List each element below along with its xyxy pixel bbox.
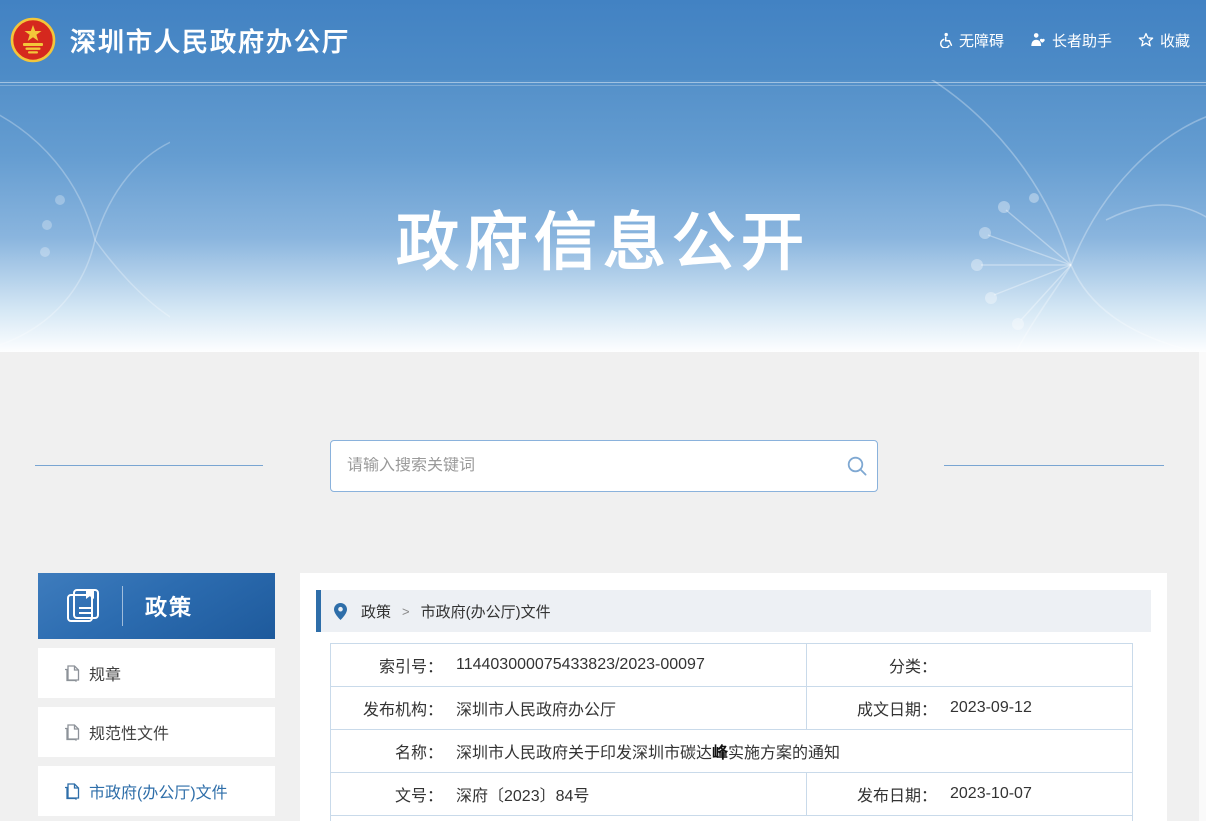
name-highlight: 峰 [712, 745, 728, 762]
sidebar-item-label: 规范性文件 [89, 720, 169, 744]
table-row [330, 816, 1133, 821]
field-value: 114403000075433823/2023-00097 [456, 656, 705, 674]
national-emblem-icon [10, 17, 56, 63]
issue-date-cell: 成文日期： 2023-09-12 [806, 687, 1132, 729]
field-value: 深圳市人民政府办公厅 [456, 696, 616, 720]
accent-bar [316, 590, 321, 632]
sidebar-item-regulations[interactable]: 规章 [38, 648, 275, 698]
favorite-label: 收藏 [1160, 30, 1190, 51]
search-button[interactable] [837, 442, 877, 490]
sidebar-item-normative-documents[interactable]: 规范性文件 [38, 707, 275, 757]
sidebar-item-label: 市政府(办公厅)文件 [89, 779, 228, 803]
field-label: 索引号： [331, 653, 443, 677]
elderly-assist-icon [1030, 32, 1046, 48]
banner: 政府信息公开 [0, 80, 1206, 352]
accessibility-link[interactable]: 无障碍 [937, 30, 1004, 51]
accessibility-icon [937, 32, 953, 48]
accessibility-label: 无障碍 [959, 30, 1004, 51]
document-info-table: 索引号： 114403000075433823/2023-00097 分类： 发… [330, 643, 1133, 821]
document-icon [64, 783, 80, 800]
field-label: 文号： [331, 782, 443, 806]
table-row: 文号： 深府〔2023〕84号 发布日期： 2023-10-07 [330, 773, 1133, 816]
elderly-assist-label: 长者助手 [1052, 30, 1112, 51]
document-icon [64, 724, 80, 741]
decorative-line [35, 465, 263, 466]
field-value: 深圳市人民政府关于印发深圳市碳达峰实施方案的通知 [456, 739, 840, 763]
document-name-cell: 名称： 深圳市人民政府关于印发深圳市碳达峰实施方案的通知 [331, 730, 1132, 772]
document-icon [64, 665, 80, 682]
sidebar: 政策 规章 规范性文件 [38, 573, 275, 816]
table-row: 名称： 深圳市人民政府关于印发深圳市碳达峰实施方案的通知 [330, 730, 1133, 773]
top-links: 无障碍 长者助手 收藏 [937, 0, 1190, 80]
content-panel: 政策 > 市政府(办公厅)文件 索引号： 114403000075433823/… [300, 573, 1167, 821]
issuing-agency-cell: 发布机构： 深圳市人民政府办公厅 [331, 687, 806, 729]
table-row: 发布机构： 深圳市人民政府办公厅 成文日期： 2023-09-12 [330, 687, 1133, 730]
location-pin-icon [334, 603, 347, 620]
field-value: 2023-10-07 [950, 785, 1032, 803]
document-number-cell: 文号： 深府〔2023〕84号 [331, 773, 806, 815]
table-row: 索引号： 114403000075433823/2023-00097 分类： [330, 643, 1133, 687]
field-label: 发布日期： [807, 782, 937, 806]
name-text: 实施方案的通知 [728, 745, 840, 762]
page-gutter [1199, 352, 1206, 821]
site-brand[interactable]: 深圳市人民政府办公厅 [10, 0, 350, 80]
search-icon [846, 455, 868, 477]
sidebar-header: 政策 [38, 573, 275, 639]
name-text: 深圳市人民政府关于印发深圳市碳达 [456, 745, 712, 762]
page-title: 政府信息公开 [0, 192, 1206, 283]
publish-date-cell: 发布日期： 2023-10-07 [806, 773, 1132, 815]
search-input[interactable] [331, 457, 837, 475]
breadcrumb: 政策 > 市政府(办公厅)文件 [316, 590, 1151, 632]
star-icon [1138, 32, 1154, 48]
page: 深圳市人民政府办公厅 无障碍 长者助手 [0, 0, 1206, 821]
policy-book-icon [64, 587, 102, 625]
breadcrumb-separator: > [402, 604, 410, 619]
field-label: 成文日期： [807, 696, 937, 720]
favorite-link[interactable]: 收藏 [1138, 30, 1190, 51]
search-box [330, 440, 878, 492]
top-bar: 深圳市人民政府办公厅 无障碍 长者助手 [0, 0, 1206, 80]
field-label: 名称： [331, 739, 443, 763]
sidebar-item-label: 规章 [89, 661, 121, 685]
field-value: 2023-09-12 [950, 699, 1032, 717]
index-number-cell: 索引号： 114403000075433823/2023-00097 [331, 644, 806, 686]
breadcrumb-current: 市政府(办公厅)文件 [421, 601, 551, 622]
field-value: 深府〔2023〕84号 [456, 782, 589, 806]
field-label: 分类： [807, 653, 937, 677]
content-section: 政策 规章 规范性文件 [0, 352, 1206, 821]
site-title: 深圳市人民政府办公厅 [70, 22, 350, 59]
field-label: 发布机构： [331, 696, 443, 720]
category-cell: 分类： [806, 644, 1132, 686]
decorative-line [944, 465, 1164, 466]
sidebar-header-label: 政策 [145, 590, 193, 622]
breadcrumb-root[interactable]: 政策 [361, 601, 391, 622]
sidebar-item-municipal-documents[interactable]: 市政府(办公厅)文件 [38, 766, 275, 816]
divider [122, 586, 123, 626]
elderly-assist-link[interactable]: 长者助手 [1030, 30, 1112, 51]
